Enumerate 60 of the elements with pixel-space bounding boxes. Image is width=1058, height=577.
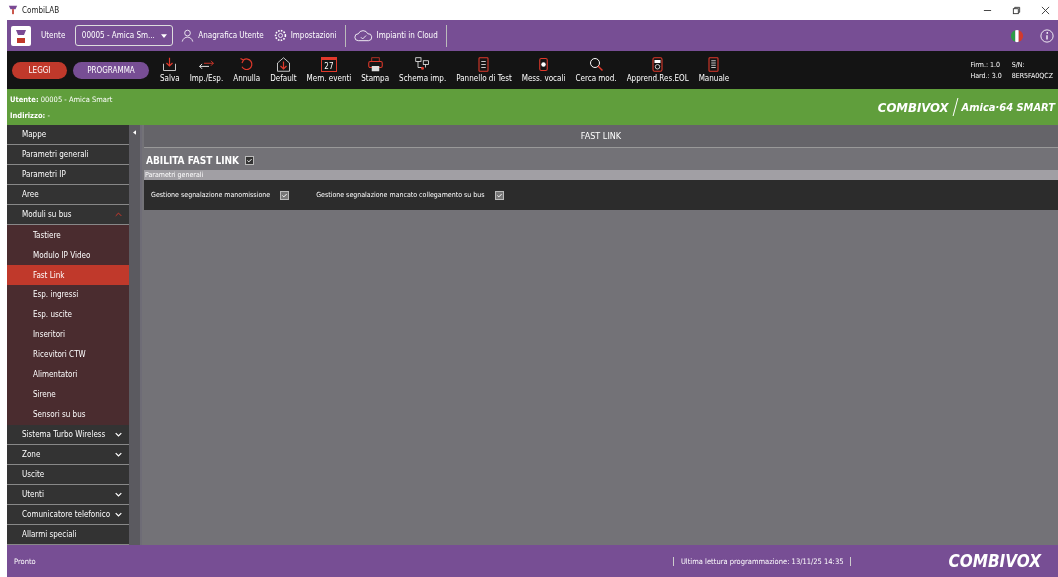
- toolbar-button[interactable]: Default: [265, 57, 302, 83]
- test-panel-icon: [476, 57, 492, 72]
- program-button[interactable]: PROGRAMMA: [73, 61, 149, 79]
- option-checkbox[interactable]: [494, 190, 504, 200]
- read-button[interactable]: LEGGI: [12, 61, 67, 79]
- window-title: CombiLAB: [22, 5, 60, 15]
- document-icon: [706, 57, 722, 72]
- combilab-logo-icon: [11, 25, 31, 46]
- brand-logo: COMBIVOX: [948, 551, 1041, 571]
- sidebar-subitem[interactable]: Inseritori: [7, 324, 129, 345]
- printer-icon: [367, 57, 383, 72]
- top-link[interactable]: Impianti in Cloud: [351, 29, 440, 42]
- sidebar-subitem[interactable]: Sirene: [7, 384, 129, 405]
- top-link[interactable]: Anagrafica Utente: [179, 29, 266, 42]
- toolbar-button[interactable]: Imp./Esp.: [184, 57, 229, 83]
- user-label: Utente: [41, 31, 66, 40]
- sidebar-subitem[interactable]: Esp. uscite: [7, 304, 129, 325]
- close-icon[interactable]: [1041, 5, 1050, 15]
- settings-icon: [273, 29, 287, 42]
- flag-icon[interactable]: [1010, 28, 1024, 43]
- person-icon: [181, 29, 195, 42]
- toolbar-button[interactable]: Apprend.Res.EOL: [621, 57, 694, 83]
- toolbar-button[interactable]: Salva: [155, 57, 185, 83]
- cloud-check-icon: [353, 29, 373, 42]
- brand-logo: COMBIVOX: [877, 99, 949, 115]
- sidebar-subitem[interactable]: Ricevitori CTW: [7, 344, 129, 365]
- product-name: Amica·64 SMART: [961, 100, 1055, 114]
- caret-icon: [160, 33, 167, 38]
- toolbar-button[interactable]: Schema imp.: [394, 57, 452, 83]
- sidebar-subitem[interactable]: Modulo IP Video: [7, 245, 129, 265]
- enable-checkbox[interactable]: [245, 156, 254, 165]
- toolbar-button[interactable]: Pannello di Test: [451, 57, 517, 83]
- search-icon: [588, 57, 604, 72]
- option-checkbox[interactable]: [280, 190, 290, 200]
- collapse-arrow-icon[interactable]: [133, 130, 136, 135]
- sidebar-subitem[interactable]: Alimentatori: [7, 364, 129, 385]
- restore-icon[interactable]: [1012, 5, 1021, 15]
- top-link[interactable]: Impostazioni: [271, 29, 339, 42]
- app-logo-icon: [8, 5, 18, 15]
- sidebar-subitem[interactable]: Sensori su bus: [7, 404, 129, 425]
- sidebar-subitem[interactable]: Tastiere: [7, 225, 129, 246]
- enable-label: ABILITA FAST LINK: [146, 155, 239, 166]
- undo-icon: [239, 57, 255, 72]
- toolbar-button[interactable]: Stampa: [356, 57, 395, 83]
- toolbar-button[interactable]: Annulla: [228, 57, 266, 83]
- house-arrow-icon: [275, 57, 291, 72]
- info-icon[interactable]: [1040, 28, 1054, 43]
- arrows-icon: [198, 57, 214, 72]
- toolbar-button[interactable]: Cerca mod.: [570, 57, 622, 83]
- calendar-icon: 27: [320, 57, 337, 72]
- multimeter-icon: [650, 57, 666, 72]
- download-icon: [162, 57, 178, 72]
- toolbar-button[interactable]: 27 Mem. eventi: [301, 57, 357, 83]
- toolbar-button[interactable]: Manuale: [693, 57, 735, 83]
- network-icon: [415, 57, 431, 72]
- user-dropdown[interactable]: 00005 - Amica Sm...: [75, 25, 174, 46]
- toolbar-button[interactable]: Mess. vocali: [516, 57, 571, 83]
- panel-header: FAST LINK: [144, 125, 1058, 148]
- sidebar-subitem[interactable]: Fast Link: [7, 265, 129, 285]
- sidebar-subitem[interactable]: Esp. ingressi: [7, 285, 129, 305]
